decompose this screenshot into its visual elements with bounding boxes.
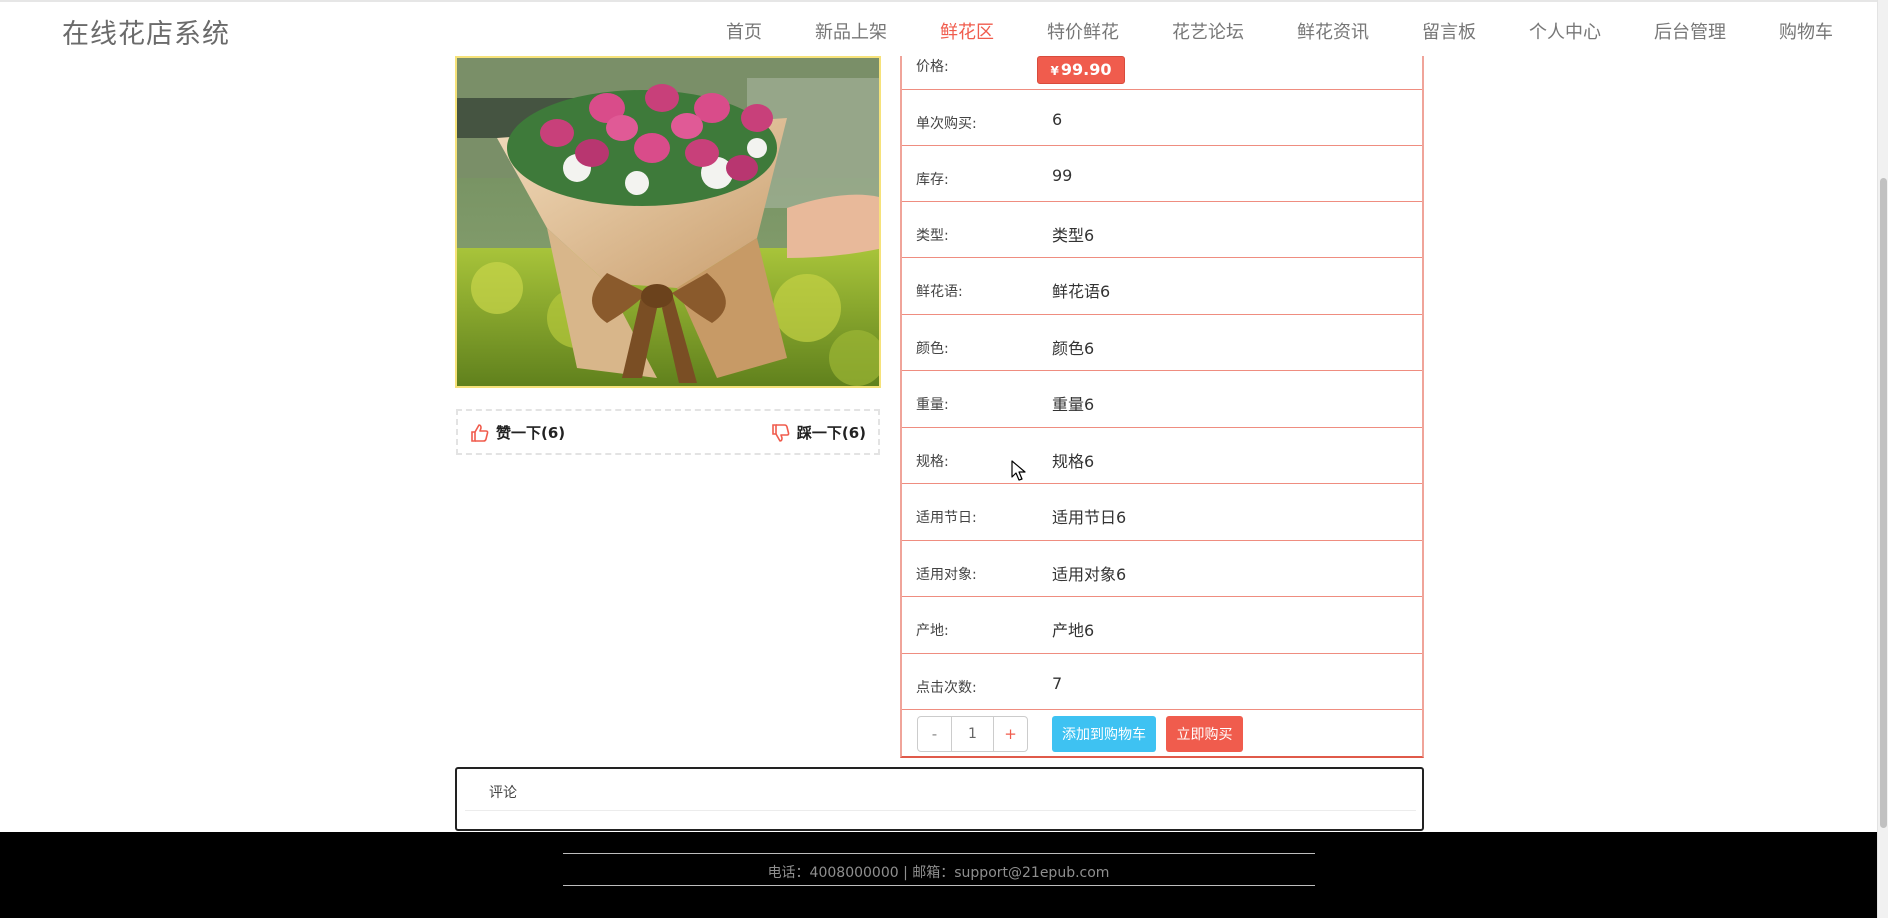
footer-divider-top [563,853,1315,854]
page-scrollbar[interactable] [1877,0,1888,918]
price-badge: ¥99.90 [1037,56,1125,84]
nav-item-flower-zone[interactable]: 鲜花区 [940,18,994,44]
footer-divider-bottom [563,885,1315,886]
nav-item-home[interactable]: 首页 [726,18,762,44]
product-image [455,56,881,388]
nav-item-message-board[interactable]: 留言板 [1422,18,1476,44]
nav-item-special-offers[interactable]: 特价鲜花 [1047,18,1119,44]
dislike-count-label: 踩一下(6) [796,424,866,442]
nav-item-user-center[interactable]: 个人中心 [1529,18,1601,44]
info-row-per-purchase: 单次购买: 6 [902,90,1422,146]
nav-item-new-arrivals[interactable]: 新品上架 [815,18,887,44]
info-row-weight: 重量: 重量6 [902,371,1422,428]
buy-now-button[interactable]: 立即购买 [1166,716,1243,752]
mouse-cursor-icon [1011,460,1027,482]
info-row-type: 类型: 类型6 [902,202,1422,258]
nav-item-admin[interactable]: 后台管理 [1654,18,1726,44]
info-row-stock: 库存: 99 [902,146,1422,202]
like-button[interactable]: 赞一下(6) [470,422,565,443]
comment-section: 评论 [455,767,1424,831]
nav-item-forum[interactable]: 花艺论坛 [1172,18,1244,44]
nav-item-news[interactable]: 鲜花资讯 [1297,18,1369,44]
info-row-origin: 产地: 产地6 [902,597,1422,654]
thumbs-up-icon [470,423,490,443]
dislike-button[interactable]: 踩一下(6) [771,422,866,443]
like-count-label: 赞一下(6) [496,424,566,442]
info-row-holiday: 适用节日: 适用节日6 [902,484,1422,541]
top-navbar: 在线花店系统 首页 新品上架 鲜花区 特价鲜花 花艺论坛 鲜花资讯 留言板 个人… [0,0,1877,56]
info-row-audience: 适用对象: 适用对象6 [902,541,1422,597]
main-nav: 首页 新品上架 鲜花区 特价鲜花 花艺论坛 鲜花资讯 留言板 个人中心 后台管理… [673,18,1833,44]
thumbs-down-icon [771,423,791,443]
quantity-decrease-button[interactable]: - [918,717,951,751]
comment-divider [465,810,1416,811]
info-row-color: 颜色: 颜色6 [902,315,1422,371]
add-to-cart-button[interactable]: 添加到购物车 [1052,716,1156,752]
quantity-stepper: - + [917,716,1028,752]
price-label: 价格: [916,59,949,75]
site-brand[interactable]: 在线花店系统 [62,12,230,51]
scrollbar-thumb[interactable] [1880,178,1887,828]
quantity-increase-button[interactable]: + [994,717,1027,751]
footer-contact: 电话：4008000000 | 邮箱：support@21epub.com [767,865,1110,881]
info-row-click-count: 点击次数: 7 [902,654,1422,710]
price-row: 价格: ¥99.90 [902,56,1422,90]
product-info-table: 价格: ¥99.90 单次购买: 6 库存: 99 类型: 类型6 鲜花语: 鲜… [900,56,1424,758]
footer: 电话：4008000000 | 邮箱：support@21epub.com [0,832,1877,918]
nav-item-cart[interactable]: 购物车 [1779,18,1833,44]
quantity-input[interactable] [951,717,994,751]
flower-bouquet-image [457,58,879,386]
vote-bar: 赞一下(6) 踩一下(6) [456,409,880,455]
info-row-flower-language: 鲜花语: 鲜花语6 [902,258,1422,315]
comment-title: 评论 [489,785,517,801]
info-row-spec: 规格: 规格6 [902,428,1422,484]
